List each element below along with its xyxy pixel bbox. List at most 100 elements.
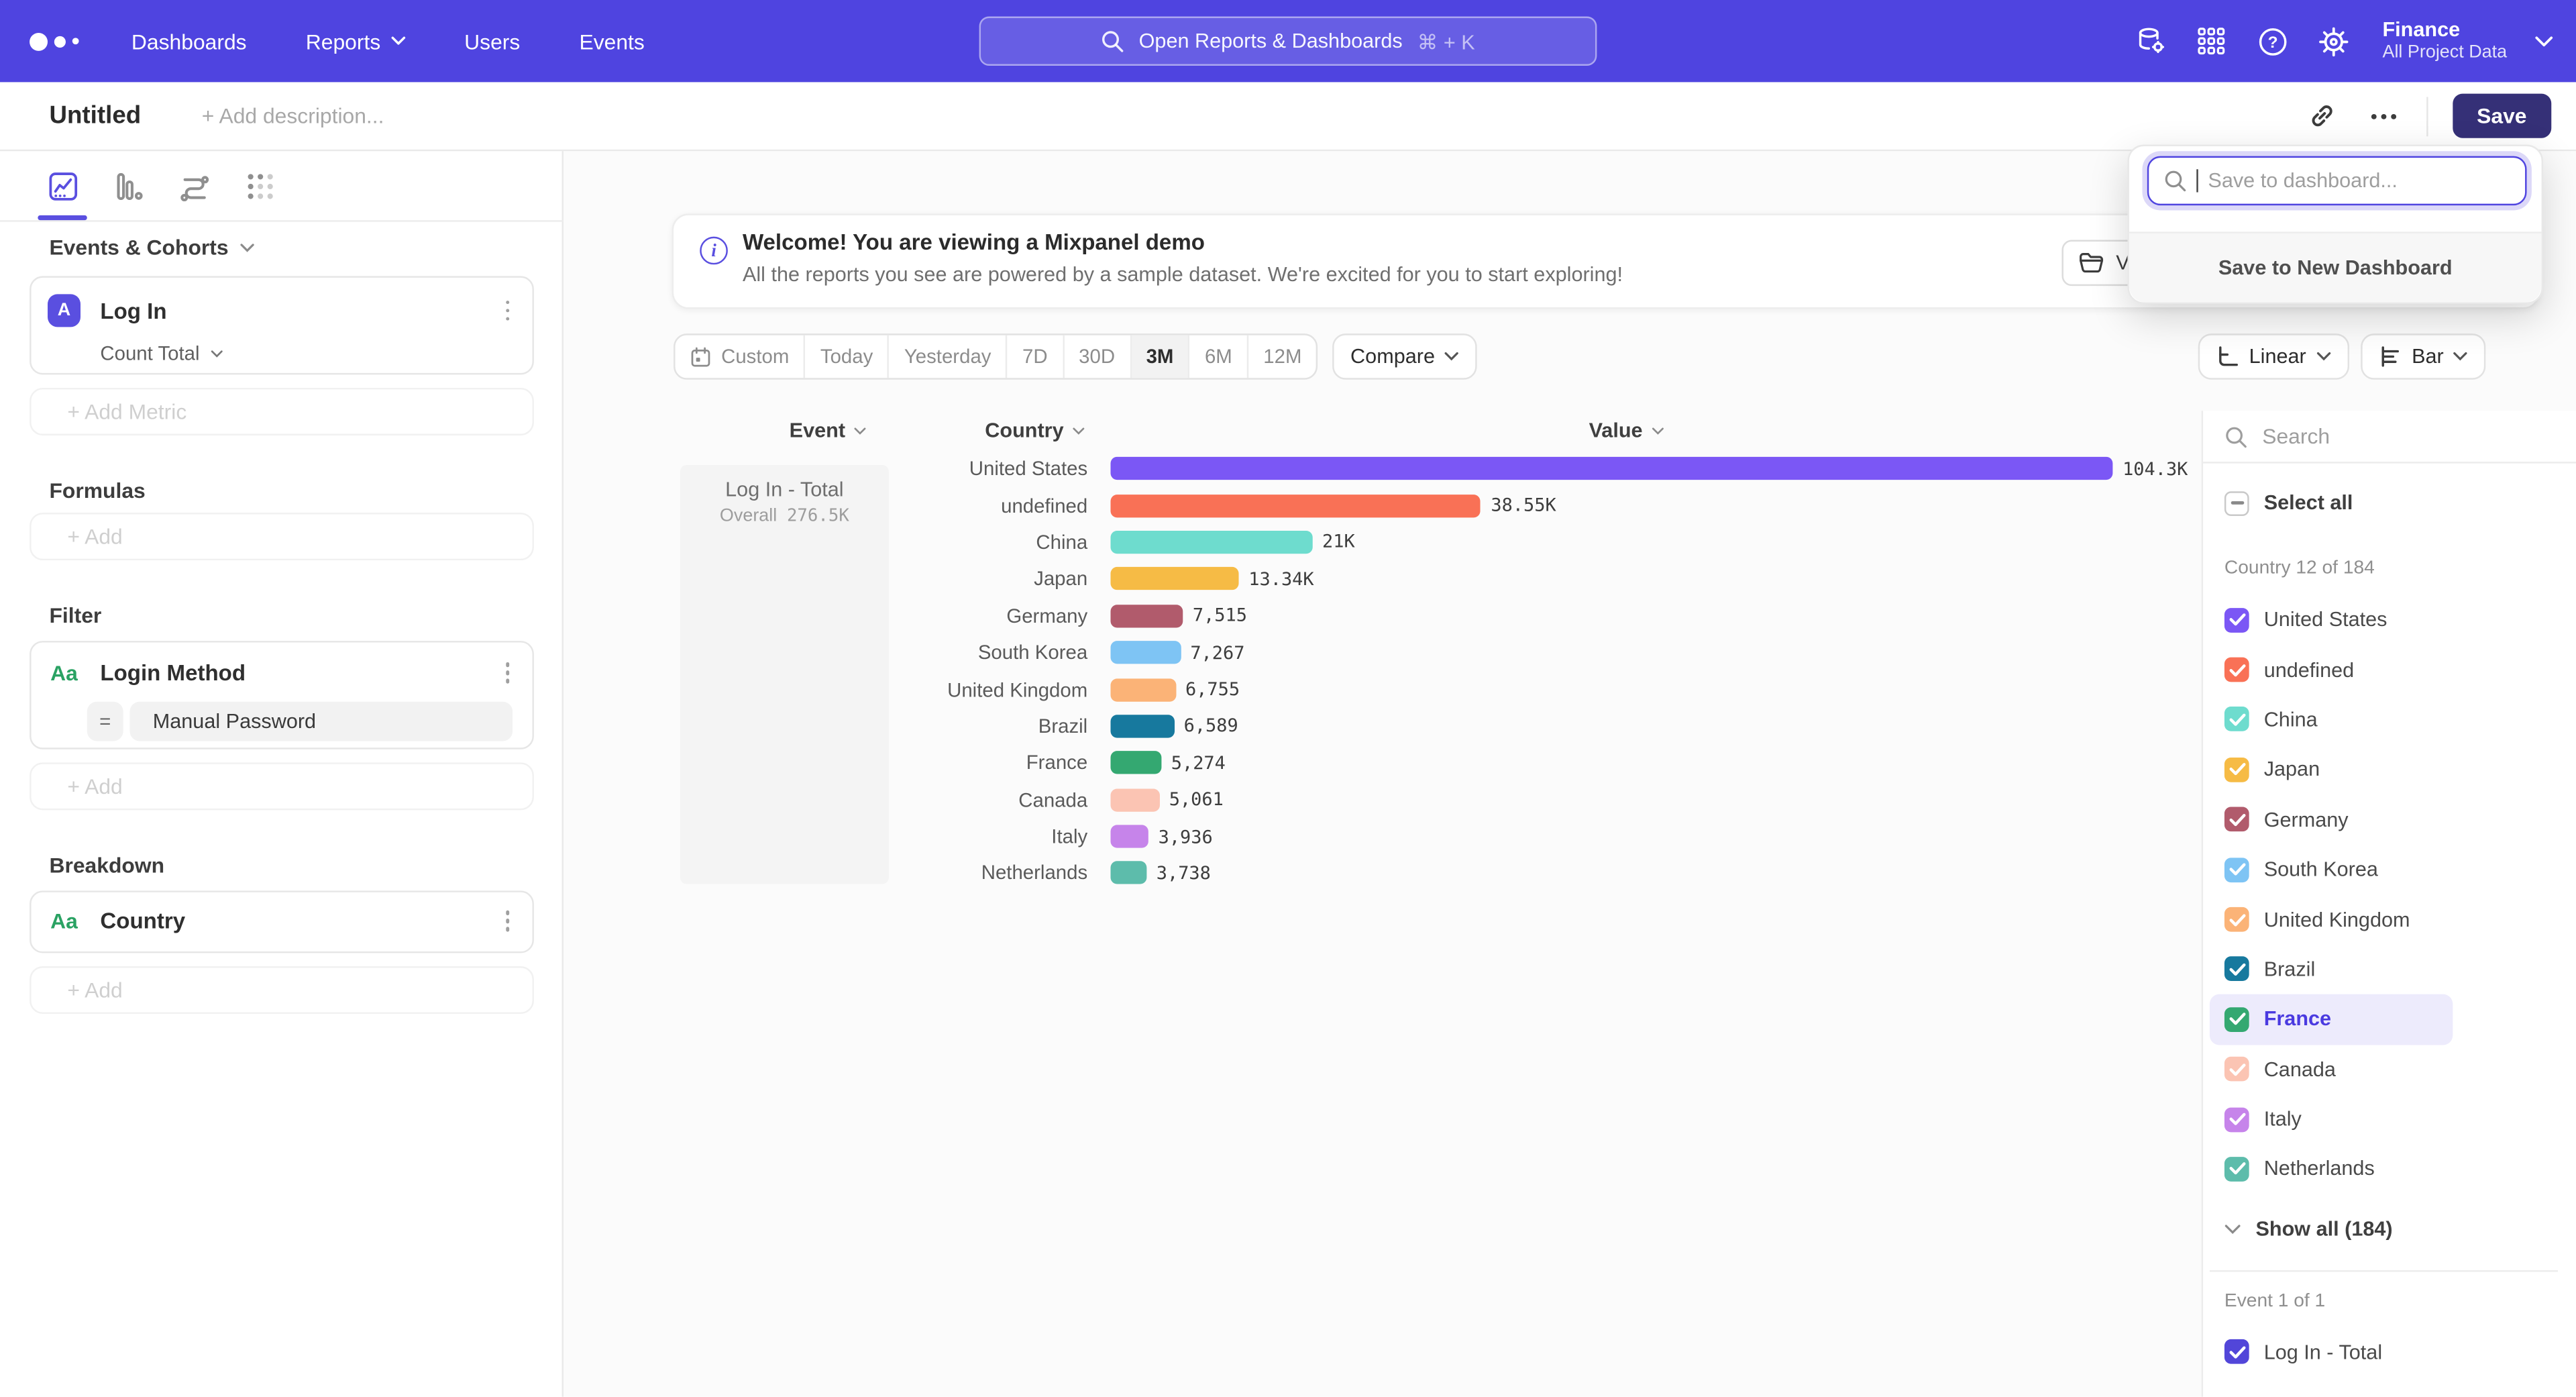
- event-item-log-in-total[interactable]: Log In - Total: [2203, 1327, 2576, 1377]
- kebab-menu-icon[interactable]: [502, 907, 513, 934]
- data-management-icon[interactable]: [2135, 25, 2167, 58]
- filter-property-name[interactable]: Login Method: [100, 660, 246, 685]
- tab-funnels[interactable]: [107, 164, 150, 207]
- nav-item-events[interactable]: Events: [579, 29, 644, 54]
- filter-card[interactable]: Aa Login Method = Manual Password: [30, 641, 534, 749]
- checkbox-south-korea[interactable]: [2224, 857, 2249, 882]
- bar-united-kingdom[interactable]: [1111, 678, 1176, 701]
- country-item-south-korea[interactable]: South Korea: [2203, 845, 2576, 894]
- checkbox-united-kingdom[interactable]: [2224, 907, 2249, 932]
- bar-germany[interactable]: [1111, 605, 1183, 627]
- checkbox-france[interactable]: [2224, 1007, 2249, 1032]
- checkbox-canada[interactable]: [2224, 1057, 2249, 1082]
- mixpanel-logo-icon[interactable]: [30, 32, 78, 50]
- settings-gear-icon[interactable]: [2317, 25, 2350, 58]
- add-formula-button[interactable]: + Add: [30, 513, 534, 560]
- checkbox-germany[interactable]: [2224, 807, 2249, 832]
- metric-card[interactable]: A Log In Count Total: [30, 276, 534, 374]
- country-item-japan[interactable]: Japan: [2203, 745, 2576, 794]
- tab-insights[interactable]: [41, 164, 84, 207]
- bar-netherlands[interactable]: [1111, 862, 1147, 884]
- help-icon[interactable]: ?: [2256, 25, 2289, 58]
- events-cohorts-section-label[interactable]: Events & Cohorts: [49, 235, 254, 260]
- checkbox-undefined[interactable]: [2224, 658, 2249, 682]
- checkbox-japan[interactable]: [2224, 758, 2249, 782]
- bar-canada[interactable]: [1111, 788, 1159, 811]
- add-filter-button[interactable]: + Add: [30, 762, 534, 810]
- apps-grid-icon[interactable]: [2195, 25, 2228, 58]
- bar-south-korea[interactable]: [1111, 641, 1181, 664]
- report-title[interactable]: Untitled: [49, 102, 141, 130]
- filter-operator-dropdown[interactable]: =: [87, 701, 123, 740]
- country-item-brazil[interactable]: Brazil: [2203, 945, 2576, 994]
- country-column-header[interactable]: Country: [985, 419, 1085, 442]
- add-description-button[interactable]: + Add description...: [202, 103, 384, 128]
- tab-flows[interactable]: [172, 164, 215, 207]
- checkbox-netherlands[interactable]: [2224, 1157, 2249, 1182]
- metric-aggregation-dropdown[interactable]: Count Total: [100, 342, 532, 364]
- info-icon: i: [700, 237, 728, 265]
- bar-france[interactable]: [1111, 752, 1162, 774]
- time-range-7d[interactable]: 7D: [1008, 335, 1064, 378]
- checkbox-china[interactable]: [2224, 707, 2249, 732]
- time-range-today[interactable]: Today: [806, 335, 890, 378]
- country-item-germany[interactable]: Germany: [2203, 794, 2576, 844]
- save-to-new-dashboard-button[interactable]: Save to New Dashboard: [2129, 231, 2542, 302]
- time-range-6m[interactable]: 6M: [1190, 335, 1248, 378]
- bar-china[interactable]: [1111, 531, 1313, 554]
- country-item-china[interactable]: China: [2203, 694, 2576, 744]
- event-column-header[interactable]: Event: [790, 419, 867, 442]
- time-range-yesterday[interactable]: Yesterday: [890, 335, 1008, 378]
- breakdown-property-name[interactable]: Country: [100, 909, 185, 933]
- select-all-checkbox[interactable]: [2224, 490, 2249, 515]
- bar-italy[interactable]: [1111, 825, 1148, 848]
- save-to-dashboard-search-input[interactable]: Save to dashboard...: [2147, 156, 2527, 205]
- chevron-down-icon[interactable]: [2535, 36, 2553, 47]
- value-column-header[interactable]: Value: [1589, 419, 1664, 442]
- bar-united-states[interactable]: [1111, 457, 2113, 480]
- country-item-united-states[interactable]: United States: [2203, 595, 2576, 645]
- country-item-united-kingdom[interactable]: United Kingdom: [2203, 894, 2576, 944]
- bar-brazil[interactable]: [1111, 715, 1174, 737]
- checkbox-log-in-total[interactable]: [2224, 1340, 2249, 1365]
- add-metric-button[interactable]: + Add Metric: [30, 388, 534, 435]
- checkbox-united-states[interactable]: [2224, 607, 2249, 632]
- folder-icon: [2078, 252, 2104, 274]
- bar-undefined[interactable]: [1111, 494, 1481, 517]
- checkbox-italy[interactable]: [2224, 1107, 2249, 1132]
- global-search-button[interactable]: Open Reports & Dashboards ⌘ + K: [979, 16, 1597, 65]
- kebab-menu-icon[interactable]: [502, 659, 513, 686]
- select-all-row[interactable]: Select all: [2224, 484, 2576, 521]
- compare-button[interactable]: Compare: [1332, 333, 1478, 380]
- nav-item-dashboards[interactable]: Dashboards: [131, 29, 247, 54]
- segment-search-input[interactable]: Search: [2203, 411, 2576, 463]
- checkbox-brazil[interactable]: [2224, 957, 2249, 982]
- chart-scale-dropdown[interactable]: Linear: [2198, 333, 2349, 380]
- filter-value-input[interactable]: Manual Password: [129, 701, 513, 740]
- bar-japan[interactable]: [1111, 568, 1239, 590]
- country-item-netherlands[interactable]: Netherlands: [2203, 1144, 2576, 1194]
- more-options-icon[interactable]: [2365, 98, 2402, 134]
- country-item-france[interactable]: France: [2210, 994, 2453, 1044]
- show-all-button[interactable]: Show all (184): [2224, 1204, 2576, 1253]
- add-breakdown-button[interactable]: + Add: [30, 966, 534, 1014]
- chart-type-dropdown[interactable]: Bar: [2361, 333, 2486, 380]
- column-header-text: Event: [790, 419, 845, 442]
- country-item-italy[interactable]: Italy: [2203, 1094, 2576, 1144]
- tab-retention[interactable]: [238, 164, 281, 207]
- formulas-section-label: Formulas: [49, 478, 145, 503]
- time-range-3m[interactable]: 3M: [1132, 335, 1190, 378]
- time-range-30d[interactable]: 30D: [1064, 335, 1131, 378]
- nav-item-users[interactable]: Users: [464, 29, 520, 54]
- project-switcher[interactable]: Finance All Project Data: [2382, 18, 2507, 64]
- kebab-menu-icon[interactable]: [502, 297, 513, 324]
- copy-link-icon[interactable]: [2304, 98, 2341, 134]
- metric-event-name[interactable]: Log In: [100, 298, 166, 323]
- save-button[interactable]: Save: [2452, 94, 2551, 138]
- time-range-custom[interactable]: Custom: [676, 335, 806, 378]
- breakdown-card[interactable]: Aa Country: [30, 890, 534, 953]
- country-item-canada[interactable]: Canada: [2203, 1044, 2576, 1094]
- nav-item-reports[interactable]: Reports: [306, 29, 405, 54]
- time-range-12m[interactable]: 12M: [1248, 335, 1316, 378]
- country-item-undefined[interactable]: undefined: [2203, 645, 2576, 694]
